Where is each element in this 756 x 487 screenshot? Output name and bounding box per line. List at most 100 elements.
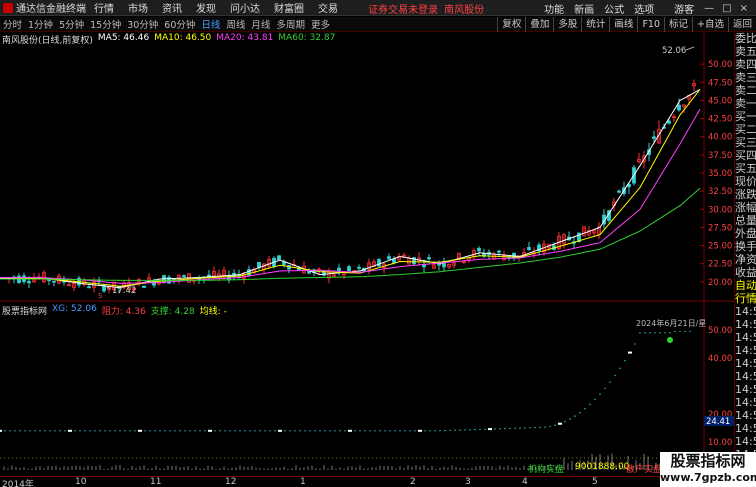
indicator-dot [639, 332, 641, 334]
indicator-dot [414, 430, 416, 432]
indicator-dot [429, 430, 431, 432]
sidebar-item: 涨幅 [735, 201, 756, 214]
indicator-dot [159, 430, 161, 432]
indicator-dot [564, 420, 566, 423]
indicator-legend: 股票指标网 XG: 52.06 阻力: 4.36 支撑: 4.28 均线: - [2, 304, 232, 317]
indicator-marker [138, 429, 142, 432]
indicator-dot [229, 430, 231, 432]
indicator-dot [474, 428, 476, 431]
indicator-dot [439, 430, 441, 432]
candle-body [87, 286, 91, 289]
low-price-label: 17.42 [112, 286, 136, 296]
indicator-dot [19, 430, 21, 432]
sidebar-item: 14:50 [735, 396, 756, 409]
indicator-dot [124, 430, 126, 432]
indicator-marker [348, 429, 352, 432]
indicator-dot [384, 430, 386, 432]
x-tick-label: 10 [75, 477, 87, 487]
value-label: 9001888.00 [575, 462, 630, 472]
indicator-dot [609, 381, 611, 383]
candle-body [387, 256, 391, 260]
sub-y-tick-label: 50.00 [708, 326, 732, 336]
indicator-dot [359, 430, 361, 432]
indicator-dot [214, 430, 216, 432]
candle-body [617, 190, 621, 193]
indicator-dot [554, 424, 556, 427]
ma60-value: MA60: 32.87 [278, 33, 336, 43]
indicator-dot [574, 415, 576, 417]
ma10-value: MA10: 46.50 [154, 33, 212, 43]
sidebar-item: 买一 [735, 110, 756, 123]
indicator-dot [394, 430, 396, 432]
indicator-dot [354, 430, 356, 432]
indicator-dot [324, 430, 326, 432]
sidebar-item: 涨跌 [735, 188, 756, 201]
candle-body [497, 250, 501, 253]
indicator-marker [278, 429, 282, 432]
indicator-dot [169, 430, 171, 432]
indicator-dot [524, 427, 526, 429]
indicator-dot [104, 430, 106, 432]
indicator-dot [204, 430, 206, 432]
indicator-dot [454, 429, 456, 431]
indicator-dot [199, 430, 201, 432]
indicator-dot [499, 428, 501, 430]
x-tick-label: 2 [410, 477, 416, 487]
candle-body [427, 257, 431, 260]
ma5-value: MA5: 46.46 [97, 33, 150, 43]
jigou-label: 机构实盘 [528, 465, 565, 475]
sidebar-item: 委比 [735, 32, 756, 45]
indicator-dot [459, 429, 461, 431]
sidebar-item: 14:50 [735, 370, 756, 383]
indicator-dot [269, 430, 271, 432]
indicator-dot [514, 427, 516, 429]
sub-y-tick-label: 40.00 [708, 354, 732, 364]
indicator-dot [254, 430, 256, 432]
indicator-dot [29, 430, 31, 432]
indicator-dot [239, 430, 241, 432]
sidebar-item: 净资 [735, 253, 756, 266]
indicator-dot [399, 430, 401, 432]
indicator-marker [488, 428, 492, 431]
sidebar-item: 14:50 [735, 435, 756, 448]
indicator-dot [519, 427, 521, 429]
indicator-marker [68, 429, 72, 432]
indicator-dot [329, 430, 331, 432]
date-axis: 2014年 10 11 12 1 2 3 4 5 [0, 476, 734, 487]
sub-y-tick-label: 10.00 [708, 438, 732, 448]
sidebar-item: 总量 [735, 214, 756, 227]
sidebar-item: 14:50 [735, 409, 756, 422]
indicator-dot [674, 330, 676, 333]
watermark-title: 股票指标网 [670, 452, 746, 470]
indicator-dot [599, 393, 601, 395]
indicator-dot [659, 332, 661, 334]
y-tick-label: 27.50 [708, 223, 732, 233]
indicator-dot [379, 430, 381, 432]
indicator-dot [624, 359, 626, 362]
y-tick-label: 42.50 [708, 115, 732, 125]
x-tick-label: 1 [300, 477, 306, 487]
watermark: 股票指标网 www.7gpzb.com [660, 452, 756, 487]
indicator-dot [529, 427, 531, 429]
indicator-dot [404, 430, 406, 432]
y-tick-label: 32.50 [708, 187, 732, 197]
indicator-dot [689, 330, 691, 333]
indicator-dot [94, 430, 96, 432]
indicator-dot [304, 430, 306, 432]
indicator-dot [589, 403, 591, 406]
kline-chart[interactable]: 50.00 47.50 45.00 42.50 40.00 37.50 35.00 32.50… [0, 0, 756, 487]
indicator-dot [164, 430, 166, 432]
indicator-dot [664, 332, 666, 334]
sidebar-item: 外盘 [735, 227, 756, 240]
main-legend: 南风股份(日线,前复权) MA5: 46.46 MA10: 46.50 MA20… [2, 33, 340, 46]
candle-body [142, 285, 146, 288]
indicator-dot [144, 430, 146, 432]
indicator-dot [434, 430, 436, 432]
indicator-dot [234, 430, 236, 432]
x-tick-label: 5 [592, 477, 598, 487]
x-tick-label: 3 [465, 477, 471, 487]
y-tick-label: 20.00 [708, 278, 732, 288]
y-tick-label: 47.50 [708, 78, 732, 88]
sidebar-item: 卖五 [735, 45, 756, 58]
indicator-dot [369, 430, 371, 432]
